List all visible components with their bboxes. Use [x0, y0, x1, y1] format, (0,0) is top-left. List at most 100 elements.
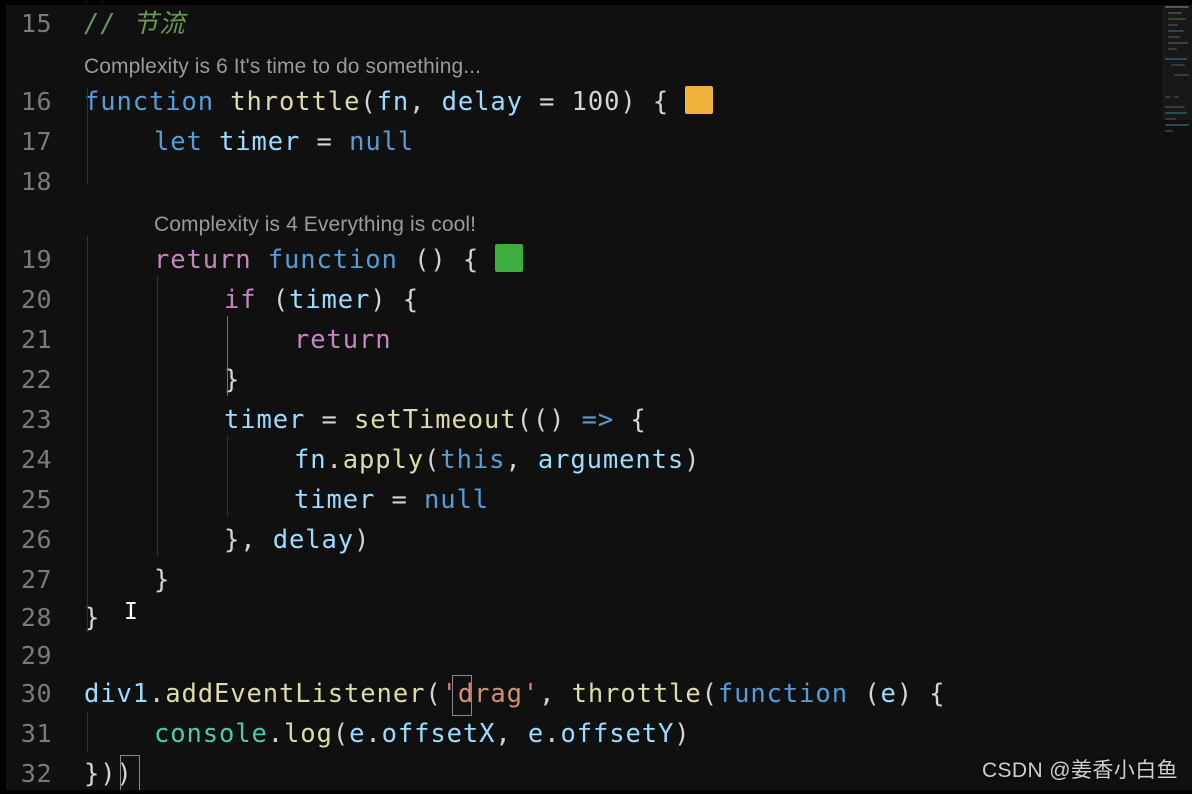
token-var-timer-20: timer — [289, 285, 371, 315]
editor-line-20[interactable]: 20 if (timer) { — [0, 280, 1192, 320]
token-brace-open-1: ) { — [620, 87, 686, 117]
token-null-25: null — [424, 485, 490, 515]
editor-line-23[interactable]: 23 timer = setTimeout(() => { — [0, 400, 1192, 440]
editor-line-17[interactable]: 17 let timer = null — [0, 122, 1192, 162]
token-equals-2: = — [300, 127, 350, 157]
token-null-17: null — [349, 127, 415, 157]
token-equals-25: = — [375, 485, 425, 515]
token-param-fn: fn — [376, 87, 410, 117]
token-parens-23: (() — [516, 405, 582, 435]
line-number-20: 20 — [20, 285, 52, 314]
token-dot-30a: . — [149, 679, 166, 709]
token-control-if: if — [224, 285, 257, 315]
minimap-line — [1174, 96, 1179, 98]
token-paren-close-24: ) — [684, 445, 701, 475]
token-prop-offsetx: offsetX — [381, 719, 496, 749]
line-number-15: 15 — [20, 9, 52, 38]
line-content-25: timer = null — [294, 480, 489, 520]
minimap-line — [1168, 12, 1182, 14]
line-number-29: 29 — [20, 641, 52, 670]
token-var-delay-26: delay — [272, 525, 355, 555]
code-editor[interactable]: // 15 // 节流 Complexity is 6 It's time to… — [0, 0, 1192, 794]
gutter-background — [0, 0, 6, 794]
token-comma-31: , — [495, 719, 528, 749]
editor-line-27[interactable]: 27 } — [0, 560, 1192, 600]
editor-line-21[interactable]: 21 return — [0, 320, 1192, 360]
line-number-32: 32 — [20, 759, 52, 788]
token-paren-brace-30: ) { — [896, 679, 946, 709]
editor-line-30[interactable]: 30 div1.addEventListener('drag', throttl… — [0, 674, 1192, 714]
minimap-line — [1165, 106, 1185, 108]
indent-guide-l1-b — [87, 236, 88, 632]
complexity-marker-line-16[interactable] — [685, 86, 714, 114]
editor-line-22[interactable]: 22 } — [0, 360, 1192, 400]
minimap-line — [1165, 118, 1176, 120]
codelens-line-16-text: Complexity is 6 It's time to do somethin… — [84, 55, 482, 78]
token-paren-open: ( — [360, 87, 377, 117]
indent-guide-l1-a — [87, 88, 88, 184]
line-number-28: 28 — [20, 603, 52, 632]
token-keyword-this: this — [440, 445, 506, 475]
token-dot-31b: . — [365, 719, 382, 749]
token-paren-open-31: ( — [332, 719, 350, 749]
token-paren-open-30b: ( — [701, 679, 718, 709]
line-content-21: return — [294, 320, 392, 360]
token-var-div1: div1 — [84, 679, 150, 709]
editor-line-18[interactable]: 18 — [0, 162, 1192, 202]
line-content-15: // 节流 — [84, 4, 186, 44]
codelens-line-19[interactable]: Complexity is 4 Everything is cool! — [154, 210, 476, 240]
editor-line-26[interactable]: 26 }, delay) — [0, 520, 1192, 560]
token-paren-open-30: ( — [425, 679, 442, 709]
codelens-line-19-text: Complexity is 4 Everything is cool! — [154, 213, 477, 236]
token-brace-comma-26: }, — [224, 525, 273, 555]
line-number-17: 17 — [20, 127, 52, 156]
editor-line-29[interactable]: 29 — [0, 636, 1192, 676]
minimap-line — [1165, 112, 1187, 114]
complexity-marker-line-19[interactable] — [495, 244, 524, 272]
minimap-line — [1168, 48, 1177, 50]
token-method-log: log — [284, 719, 333, 749]
indent-guide-l1-c — [87, 712, 88, 752]
editor-line-28[interactable]: 28 } — [0, 598, 1192, 638]
token-object-console: console — [154, 719, 268, 749]
token-equals-23: = — [305, 405, 355, 435]
token-space-2 — [203, 127, 219, 157]
line-number-18: 18 — [20, 167, 52, 196]
minimap-line — [1168, 24, 1178, 26]
token-dot-24a: . — [326, 445, 343, 475]
token-keyword-function-19: function — [267, 245, 398, 275]
token-comma-1: , — [409, 87, 442, 117]
token-space-3 — [252, 245, 268, 275]
indent-guide-l3-active — [227, 316, 228, 396]
editor-line-31[interactable]: 31 console.log(e.offsetX, e.offsetY) — [0, 714, 1192, 754]
line-content-16: function throttle(fn, delay = 100) { — [84, 82, 714, 122]
line-content-31: console.log(e.offsetX, e.offsetY) — [154, 714, 690, 754]
minimap-line — [1165, 124, 1189, 126]
codelens-line-16[interactable]: Complexity is 6 It's time to do somethin… — [84, 52, 481, 82]
token-control-return-19: return — [154, 245, 252, 275]
editor-line-25[interactable]: 25 timer = null — [0, 480, 1192, 520]
editor-line-15[interactable]: 15 // 节流 — [0, 4, 1192, 44]
token-method-apply: apply — [342, 445, 425, 475]
editor-line-16[interactable]: 16 function throttle(fn, delay = 100) { — [0, 82, 1192, 122]
token-var-timer-17: timer — [219, 127, 301, 157]
line-number-16: 16 — [20, 87, 52, 116]
editor-line-19[interactable]: 19 return function () { — [0, 240, 1192, 280]
top-edge-fade — [0, 0, 1192, 5]
token-function-throttle-30: throttle — [571, 679, 702, 709]
token-var-e-31b: e — [527, 719, 545, 749]
editor-line-24[interactable]: 24 fn.apply(this, arguments) — [0, 440, 1192, 480]
minimap-line — [1165, 6, 1189, 8]
minimap-line — [1165, 96, 1171, 98]
line-number-22: 22 — [20, 365, 52, 394]
token-comment-slashes: // — [84, 9, 133, 39]
line-content-17: let timer = null — [154, 122, 414, 162]
token-space-1 — [214, 87, 230, 117]
minimap[interactable] — [1162, 0, 1192, 794]
token-paren-close-26: ) — [354, 525, 371, 555]
token-string-drag: 'drag' — [441, 679, 540, 709]
token-brace-close-27: } — [154, 565, 171, 595]
line-number-24: 24 — [20, 445, 52, 474]
line-content-26: }, delay) — [224, 520, 370, 560]
line-number-25: 25 — [20, 485, 52, 514]
